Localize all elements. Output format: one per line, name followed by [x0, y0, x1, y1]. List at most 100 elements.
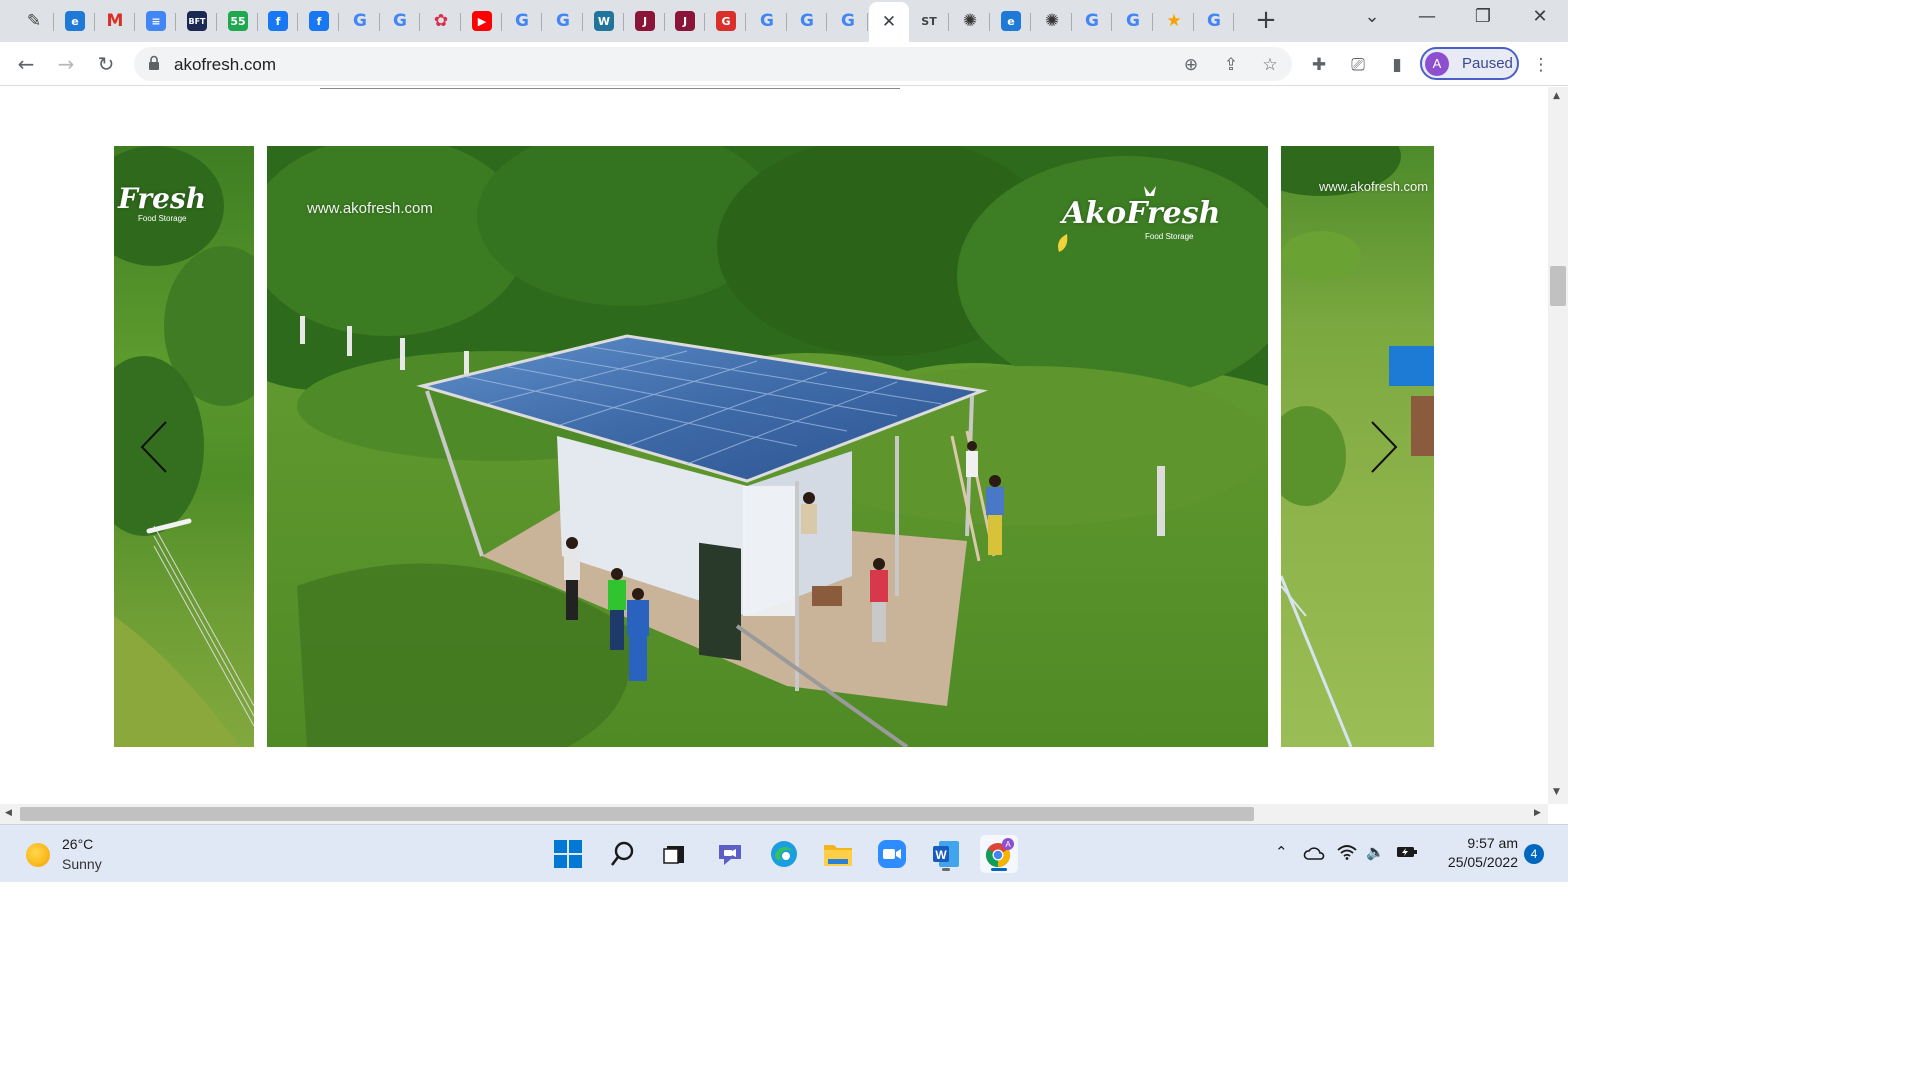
browser-tab[interactable]: ST: [909, 4, 949, 38]
side-panel-icon[interactable]: ▮: [1386, 54, 1408, 76]
shield-icon: ✿: [433, 11, 449, 31]
windows-taskbar: 26°C Sunny W A ⌃ 🔈 9:57 am 25/05/2022 4: [0, 824, 1568, 882]
vertical-scrollbar[interactable]: ▲ ▼: [1548, 87, 1568, 804]
running-indicator: [942, 868, 950, 871]
browser-tab[interactable]: G: [340, 4, 380, 38]
browser-tab[interactable]: G: [380, 4, 420, 38]
onedrive-cloud-icon[interactable]: [1303, 846, 1325, 860]
browser-tab[interactable]: e: [55, 4, 95, 38]
horizontal-scrollbar[interactable]: ◀ ▶: [0, 804, 1548, 824]
carousel-next-arrow-icon[interactable]: [1364, 417, 1404, 477]
share-icon[interactable]: ⇪: [1220, 54, 1242, 76]
carousel-prev-arrow-icon[interactable]: [136, 417, 176, 477]
menu-kebab-icon[interactable]: ⋮: [1530, 54, 1552, 76]
scroll-left-arrow-icon[interactable]: ◀: [5, 808, 12, 818]
start-button[interactable]: [549, 835, 587, 873]
system-clock[interactable]: 9:57 am 25/05/2022: [1428, 834, 1518, 872]
tab-active[interactable]: ✕: [869, 2, 909, 42]
browser-tab[interactable]: ≡: [136, 4, 176, 38]
battery-charging-icon[interactable]: [1396, 845, 1418, 859]
browser-tab[interactable]: e: [991, 4, 1031, 38]
browser-tab[interactable]: J: [665, 4, 705, 38]
edge-app[interactable]: [765, 835, 803, 873]
browser-tab[interactable]: G: [1113, 4, 1153, 38]
browser-tab[interactable]: W: [584, 4, 624, 38]
weather-widget[interactable]: 26°C Sunny: [26, 835, 146, 875]
scroll-down-arrow-icon[interactable]: ▼: [1553, 787, 1560, 797]
browser-tab[interactable]: BFT: [177, 4, 217, 38]
tab-separator: [582, 13, 583, 31]
browser-tab[interactable]: ✺: [950, 4, 990, 38]
restore-button[interactable]: ❐: [1463, 6, 1503, 32]
google-icon: G: [1126, 11, 1140, 31]
tab-separator: [338, 13, 339, 31]
window-close-button[interactable]: ✕: [1520, 6, 1560, 32]
reload-button[interactable]: ↻: [92, 50, 120, 78]
taskbar-search-button[interactable]: [604, 835, 642, 873]
zoom-icon[interactable]: ⊕: [1180, 54, 1202, 76]
scroll-right-arrow-icon[interactable]: ▶: [1534, 808, 1541, 818]
tab-separator: [460, 13, 461, 31]
vertical-scroll-thumb[interactable]: [1550, 266, 1566, 306]
google-icon: G: [393, 11, 407, 31]
extensions-puzzle-icon[interactable]: ✚: [1308, 54, 1330, 76]
word-app[interactable]: W: [927, 835, 965, 873]
scroll-up-arrow-icon[interactable]: ▲: [1553, 91, 1560, 101]
tab-separator: [1152, 13, 1153, 31]
browser-tab[interactable]: 55: [218, 4, 258, 38]
tab-search-chevron-icon[interactable]: ⌄: [1352, 6, 1392, 32]
browser-tab[interactable]: ✎: [14, 4, 54, 38]
tab-separator: [53, 13, 54, 31]
tray-overflow-chevron-icon[interactable]: ⌃: [1275, 843, 1288, 861]
google-icon: G: [1207, 11, 1221, 31]
browser-tab[interactable]: G: [1194, 4, 1234, 38]
browser-tab[interactable]: G: [747, 4, 787, 38]
browser-tab[interactable]: M: [95, 4, 135, 38]
browser-tab[interactable]: ✺: [1032, 4, 1072, 38]
address-bar[interactable]: akofresh.com ⊕ ⇪ ☆: [134, 47, 1292, 81]
browser-tab[interactable]: G: [787, 4, 827, 38]
ie-icon: e: [1001, 11, 1021, 31]
google-icon: G: [841, 11, 855, 31]
browser-tab[interactable]: ✿: [421, 4, 461, 38]
bookmark-star-icon[interactable]: ☆: [1259, 54, 1281, 76]
google-icon: G: [515, 11, 529, 31]
tab-separator: [745, 13, 746, 31]
active-indicator: [991, 868, 1007, 871]
task-view-button[interactable]: [656, 835, 694, 873]
file-explorer-app[interactable]: [819, 835, 857, 873]
horizontal-scroll-thumb[interactable]: [20, 807, 1254, 821]
close-icon[interactable]: ✕: [879, 12, 899, 32]
browser-tab[interactable]: f: [258, 4, 298, 38]
carousel-slide-current[interactable]: www.akofresh.com AkoFresh Food Storage: [267, 146, 1268, 747]
browser-tab[interactable]: G: [543, 4, 583, 38]
youtube-icon: ▶: [472, 11, 492, 31]
volume-icon[interactable]: 🔈: [1366, 843, 1385, 861]
browser-tab[interactable]: ▶: [462, 4, 502, 38]
zoom-app[interactable]: [873, 835, 911, 873]
chrome-app[interactable]: A: [980, 835, 1018, 873]
browser-tab[interactable]: G: [502, 4, 542, 38]
browser-tab[interactable]: f: [299, 4, 339, 38]
tab-separator: [175, 13, 176, 31]
url-text: akofresh.com: [174, 55, 277, 74]
svg-text:W: W: [935, 848, 947, 862]
browser-tab[interactable]: J: [625, 4, 665, 38]
carousel-slide-previous[interactable]: Fresh Food Storage: [114, 146, 254, 747]
profile-button[interactable]: A Paused: [1420, 47, 1519, 80]
cast-icon[interactable]: ⎚: [1347, 54, 1369, 76]
forward-button[interactable]: →: [52, 50, 80, 78]
wifi-icon[interactable]: [1337, 844, 1357, 860]
new-tab-button[interactable]: +: [1252, 7, 1280, 34]
notification-badge[interactable]: 4: [1524, 844, 1544, 864]
tab-separator: [1111, 13, 1112, 31]
minimize-button[interactable]: —: [1407, 6, 1447, 32]
page-viewport: Fresh Food Storage www.akofresh.com AkoF…: [0, 87, 1548, 804]
browser-tab[interactable]: ★: [1154, 4, 1194, 38]
teams-chat-app[interactable]: [711, 835, 749, 873]
browser-tab[interactable]: G: [828, 4, 868, 38]
browser-tab[interactable]: G: [706, 4, 746, 38]
back-button[interactable]: ←: [12, 50, 40, 78]
browser-tab[interactable]: G: [1072, 4, 1112, 38]
carousel-slide-next[interactable]: www.akofresh.com: [1281, 146, 1434, 747]
